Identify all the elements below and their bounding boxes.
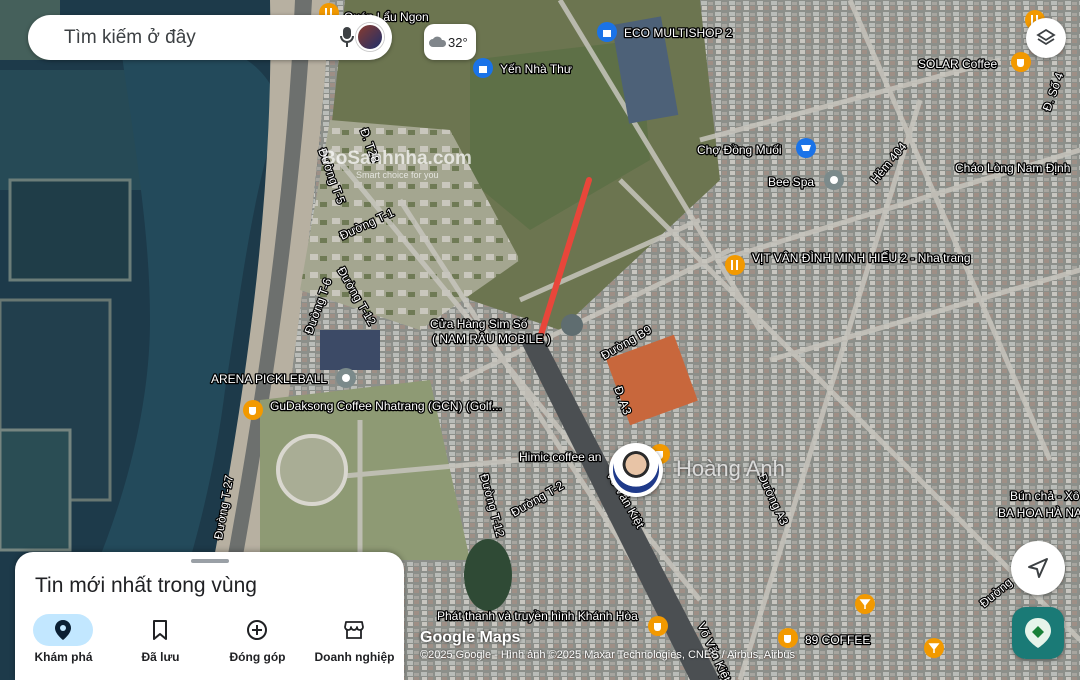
place-label: Himic coffee an xyxy=(519,450,601,464)
market-pin[interactable] xyxy=(796,138,816,158)
place-label: Cháo Lòng Nam Định xyxy=(955,161,1070,175)
quick-access-button[interactable] xyxy=(1012,607,1064,659)
add-circle-icon xyxy=(247,620,267,640)
cafe-pin[interactable] xyxy=(1011,52,1031,72)
drink-pin[interactable] xyxy=(855,594,875,614)
plaza xyxy=(276,434,348,506)
cafe-pin[interactable] xyxy=(648,616,668,636)
pond xyxy=(464,539,512,611)
place-label: ECO MULTISHOP 2 xyxy=(624,26,733,40)
avatar xyxy=(613,447,659,493)
location-pin-icon xyxy=(55,620,71,640)
tab-label: Khám phá xyxy=(34,650,93,664)
place-label: Bún chả - Xô xyxy=(1010,489,1080,503)
drink-pin[interactable] xyxy=(924,638,944,658)
navigation-arrow-icon xyxy=(1028,558,1048,578)
weather-chip[interactable]: 32° xyxy=(424,24,476,60)
place-label: BA HOA HÀ NA xyxy=(998,505,1080,520)
storefront-icon xyxy=(344,621,364,639)
place-label: Bee Spa xyxy=(768,175,814,189)
layers-button[interactable] xyxy=(1026,18,1066,58)
google-maps-logo: Google Maps xyxy=(420,629,521,646)
tab-label: Doanh nghiệp xyxy=(314,650,395,664)
layers-icon xyxy=(1036,28,1056,46)
place-label: ( NAM RÂU MOBILE ) xyxy=(432,331,551,346)
cafe-pin[interactable] xyxy=(243,400,263,420)
friend-avatar-pin[interactable] xyxy=(609,443,663,497)
search-input[interactable]: Tìm kiếm ở đây xyxy=(64,27,196,49)
sheet-drag-handle[interactable] xyxy=(191,559,229,563)
shop-pin[interactable] xyxy=(473,58,493,78)
cloud-icon xyxy=(429,36,447,47)
mic-icon[interactable] xyxy=(340,26,354,48)
place-label: ARENA PICKLEBALL xyxy=(211,372,327,386)
place-label: 89 COFFEE xyxy=(805,633,870,647)
friend-name-label: Hoàng Anh xyxy=(676,456,785,481)
tab-saved[interactable]: Đã lưu xyxy=(112,608,209,680)
spa-pin[interactable] xyxy=(824,170,844,190)
quick-access-icon xyxy=(1025,618,1051,648)
tab-contribute[interactable]: Đóng góp xyxy=(209,608,306,680)
bottom-tab-bar: Khám phá Đã lưu Đóng góp Doanh nghiệp xyxy=(15,608,404,680)
tab-explore[interactable]: Khám phá xyxy=(15,608,112,680)
shop-pin[interactable] xyxy=(597,22,617,42)
place-label: VỊT VÂN ĐÌNH MINH HIẾU 2 - Nha trang xyxy=(752,250,971,265)
tab-business[interactable]: Doanh nghiệp xyxy=(306,608,403,680)
tab-label: Đã lưu xyxy=(141,650,180,664)
place-label: SOLAR Coffee xyxy=(918,57,997,71)
watermark-logo: BoSanhnha.com Smart choice for you xyxy=(322,148,472,194)
watermark-tagline: Smart choice for you xyxy=(356,170,439,180)
temperature-label: 32° xyxy=(448,35,468,50)
map-attribution[interactable]: ©2025 Google - Hình ảnh ©2025 Maxar Tech… xyxy=(420,649,795,661)
place-label: Phát thanh và truyền hình Khánh Hòa xyxy=(437,609,638,623)
bookmark-icon xyxy=(153,620,167,640)
place-pin[interactable] xyxy=(336,368,356,388)
restaurant-pin[interactable] xyxy=(725,255,745,275)
place-label: Chợ Đồng Muối xyxy=(697,143,782,157)
my-location-button[interactable] xyxy=(1011,541,1065,595)
search-bar[interactable]: Tìm kiếm ở đây xyxy=(28,15,392,60)
place-label: GuDaksong Coffee Nhatrang (GCN) (Golf... xyxy=(270,399,502,413)
account-avatar-icon[interactable] xyxy=(356,23,384,51)
place-label: Cửa Hàng Sim Số xyxy=(430,317,528,331)
bottom-sheet[interactable]: Tin mới nhất trong vùng Khám phá Đã lưu … xyxy=(15,552,404,680)
cafe-pin[interactable] xyxy=(778,628,798,648)
sheet-title: Tin mới nhất trong vùng xyxy=(35,574,257,597)
watermark-brand: BoSanhnha.com xyxy=(322,148,472,169)
place-pin[interactable] xyxy=(561,314,583,336)
place-label: Yến Nhà Thư xyxy=(500,62,572,76)
tab-label: Đóng góp xyxy=(229,650,286,664)
